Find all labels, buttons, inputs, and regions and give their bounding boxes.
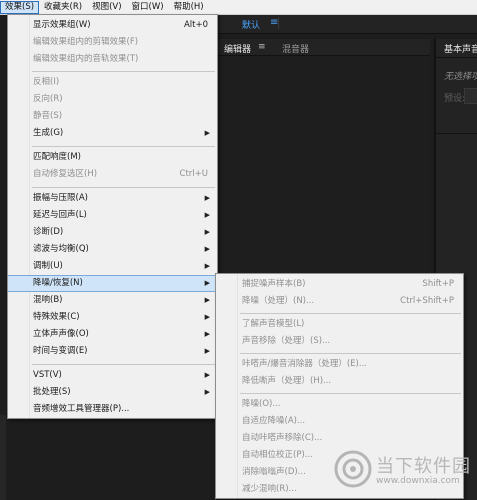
submenu-arrow-icon: ▶ bbox=[204, 388, 210, 396]
submenu-arrow-icon: ▶ bbox=[204, 262, 210, 270]
watermark-url: www.downxia.com bbox=[376, 476, 460, 486]
menu-item-time-pitch[interactable]: 时间与变调(E) ▶ bbox=[8, 343, 217, 360]
divider bbox=[436, 133, 477, 134]
menu-item-plugin-manager[interactable]: 音频增效工具管理器(P)... bbox=[8, 401, 217, 418]
menu-favorites[interactable]: 收藏夹(R) bbox=[39, 1, 87, 14]
menu-item-show-effects-rack[interactable]: 显示效果组(W) Alt+0 bbox=[8, 17, 217, 34]
downxia-logo-icon bbox=[334, 450, 372, 488]
left-panel-edge bbox=[0, 415, 6, 500]
menu-item-delay-echo[interactable]: 延迟与回声(L) ▶ bbox=[8, 207, 217, 224]
menu-item-batch-process[interactable]: 批处理(S) ▶ bbox=[8, 384, 217, 401]
submenu-item-capture-noise-print[interactable]: 捕捉噪声样本(B) Shift+P bbox=[216, 276, 463, 293]
workspace-default-tab[interactable]: 默认 bbox=[242, 18, 260, 31]
submenu-item-automatic-click-remover[interactable]: 自动咔嗒声移除(C)... bbox=[216, 430, 463, 447]
submenu-arrow-icon: ▶ bbox=[204, 228, 210, 236]
menu-help[interactable]: 帮助(H) bbox=[169, 1, 209, 14]
watermark: 当下软件园 www.downxia.com bbox=[334, 446, 474, 496]
menu-separator bbox=[32, 146, 215, 147]
preset-dropdown[interactable] bbox=[464, 88, 477, 104]
submenu-arrow-icon: ▶ bbox=[204, 129, 210, 137]
submenu-arrow-icon: ▶ bbox=[204, 371, 210, 379]
submenu-arrow-icon: ▶ bbox=[204, 313, 210, 321]
menu-item-diagnostics[interactable]: 诊断(D) ▶ bbox=[8, 224, 217, 241]
menu-separator bbox=[32, 187, 215, 188]
submenu-item-hiss-reduction[interactable]: 降低嘶声（处理）(H)... bbox=[216, 373, 463, 390]
menu-window[interactable]: 窗口(W) bbox=[127, 1, 169, 14]
submenu-item-learn-sound-model[interactable]: 了解声音模型(L) bbox=[216, 316, 463, 333]
tab-editor-menu-icon[interactable]: ≡ bbox=[258, 42, 266, 52]
submenu-arrow-icon: ▶ bbox=[204, 279, 210, 287]
effects-menu: 显示效果组(W) Alt+0 编辑效果组内的剪辑效果(F) 编辑效果组内的音轨效… bbox=[7, 14, 218, 419]
menu-separator bbox=[240, 393, 461, 394]
menu-separator bbox=[32, 364, 215, 365]
submenu-arrow-icon: ▶ bbox=[204, 211, 210, 219]
submenu-arrow-icon: ▶ bbox=[204, 330, 210, 338]
submenu-arrow-icon: ▶ bbox=[204, 296, 210, 304]
submenu-item-click-pop-eliminator[interactable]: 咔嗒声/爆音消除器（处理）(E)... bbox=[216, 356, 463, 373]
menu-item-generate[interactable]: 生成(G) ▶ bbox=[8, 125, 217, 142]
menu-item-amplitude-compression[interactable]: 振幅与压限(A) ▶ bbox=[8, 190, 217, 207]
menu-bar: 效果(S) 收藏夹(R) 视图(V) 窗口(W) 帮助(H) bbox=[0, 0, 477, 15]
workspace-divider bbox=[278, 17, 279, 29]
submenu-item-denoise[interactable]: 降噪(O)... bbox=[216, 396, 463, 413]
menu-separator bbox=[240, 353, 461, 354]
menu-item-edit-track-effects[interactable]: 编辑效果组内的音轨效果(T) bbox=[8, 51, 217, 68]
watermark-name: 当下软件园 bbox=[376, 456, 471, 477]
menu-effects[interactable]: 效果(S) bbox=[0, 0, 40, 14]
menu-separator bbox=[240, 313, 461, 314]
submenu-arrow-icon: ▶ bbox=[204, 194, 210, 202]
tab-mixer[interactable]: 混音器 bbox=[282, 42, 309, 55]
tab-editor[interactable]: 编辑器 bbox=[224, 42, 251, 55]
menu-item-edit-clip-effects[interactable]: 编辑效果组内的剪辑效果(F) bbox=[8, 34, 217, 51]
menu-view[interactable]: 视图(V) bbox=[87, 1, 126, 14]
menu-item-silence[interactable]: 静音(S) bbox=[8, 108, 217, 125]
editor-panel-tabs: 编辑器 ≡ 混音器 bbox=[216, 39, 430, 56]
preset-label: 预设: bbox=[444, 94, 466, 104]
menu-item-reverb[interactable]: 混响(B) ▶ bbox=[8, 292, 217, 309]
menu-item-filter-eq[interactable]: 滤波与均衡(Q) ▶ bbox=[8, 241, 217, 258]
menu-item-auto-heal[interactable]: 自动修复选区(H) Ctrl+U bbox=[8, 166, 217, 183]
essential-sound-note: 无选择项 bbox=[444, 72, 477, 82]
menu-item-reverse[interactable]: 反向(R) bbox=[8, 91, 217, 108]
submenu-arrow-icon: ▶ bbox=[204, 245, 210, 253]
submenu-item-adaptive-noise-reduction[interactable]: 自适应降噪(A)... bbox=[216, 413, 463, 430]
menu-item-match-loudness[interactable]: 匹配响度(M) bbox=[8, 149, 217, 166]
divider bbox=[436, 57, 477, 58]
menu-item-modulation[interactable]: 调制(U) ▶ bbox=[8, 258, 217, 275]
submenu-item-noise-reduction-process[interactable]: 降噪（处理）(N)... Ctrl+Shift+P bbox=[216, 293, 463, 310]
menu-item-special[interactable]: 特殊效果(C) ▶ bbox=[8, 309, 217, 326]
essential-sound-title[interactable]: 基本声音 bbox=[444, 42, 477, 55]
workspace-bar: 默认 ≡ bbox=[216, 15, 477, 34]
menu-separator bbox=[32, 71, 215, 72]
menu-item-stereo-imagery[interactable]: 立体声声像(O) ▶ bbox=[8, 326, 217, 343]
submenu-item-sound-remover[interactable]: 声音移除（处理）(S)... bbox=[216, 333, 463, 350]
menu-item-vst[interactable]: VST(V) ▶ bbox=[8, 367, 217, 384]
menu-item-noise-reduction-restoration[interactable]: 降噪/恢复(N) ▶ bbox=[8, 275, 217, 292]
submenu-arrow-icon: ▶ bbox=[204, 347, 210, 355]
menu-item-invert[interactable]: 反相(I) bbox=[8, 74, 217, 91]
